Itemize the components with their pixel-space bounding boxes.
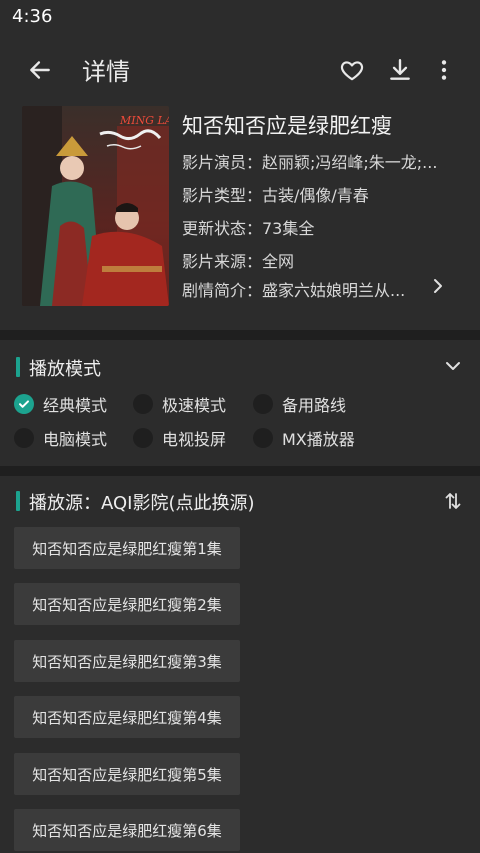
back-button[interactable] (22, 54, 58, 86)
play-source-section: 播放源：AQI影院(点此换源) 知否知否应是绿肥红瘦第1集 知否知否应是绿肥红瘦… (0, 476, 480, 853)
radio-unchecked-icon (253, 428, 273, 448)
radio-label: 电脑模式 (43, 430, 108, 449)
radio-unchecked-icon (14, 428, 34, 448)
page-title: 详情 (82, 58, 130, 86)
radio-fast-mode[interactable]: 极速模式 (133, 391, 226, 417)
section-divider (0, 466, 480, 476)
sort-button[interactable] (440, 488, 466, 514)
radio-tv-cast[interactable]: 电视投屏 (133, 425, 226, 451)
radio-label: 极速模式 (162, 396, 227, 415)
movie-source: 影片来源：全网 (182, 252, 295, 271)
status-time: 4:36 (12, 6, 53, 27)
play-mode-section: 播放模式 经典模式 极速模式 备用路线 电脑模式 电视投屏 MX播放器 (0, 340, 480, 466)
episode-button[interactable]: 知否知否应是绿肥红瘦第4集 (14, 696, 240, 738)
movie-poster[interactable]: MING LAN (22, 106, 169, 306)
chevron-down-icon (446, 362, 460, 370)
episode-button[interactable]: 知否知否应是绿肥红瘦第6集 (14, 809, 240, 851)
radio-checked-icon (14, 394, 34, 414)
radio-unchecked-icon (133, 394, 153, 414)
radio-unchecked-icon (133, 428, 153, 448)
episode-button[interactable]: 知否知否应是绿肥红瘦第1集 (14, 527, 240, 569)
radio-pc-mode[interactable]: 电脑模式 (14, 425, 107, 451)
radio-label: 备用路线 (282, 396, 347, 415)
movie-actors: 影片演员：赵丽颖;冯绍峰;朱一龙;... (182, 153, 438, 172)
movie-genre: 影片类型：古装/偶像/青春 (182, 186, 369, 205)
poster-text: MING LAN (119, 114, 169, 127)
radio-unchecked-icon (253, 394, 273, 414)
favorite-button[interactable] (336, 54, 368, 86)
heart-outline-icon (340, 61, 364, 81)
accent-bar (16, 357, 20, 377)
download-button[interactable] (384, 54, 416, 86)
movie-info: MING LAN 知否知否应是绿肥红瘦 影片演员：赵丽颖;冯绍峰;朱一龙;...… (0, 104, 480, 330)
play-mode-title: 播放模式 (29, 359, 101, 380)
download-icon (390, 59, 410, 80)
poster-image: MING LAN (22, 106, 169, 306)
movie-update-status: 更新状态：73集全 (182, 219, 315, 238)
episode-button[interactable]: 知否知否应是绿肥红瘦第5集 (14, 753, 240, 795)
radio-classic-mode[interactable]: 经典模式 (14, 391, 107, 417)
radio-label: MX播放器 (282, 430, 355, 449)
status-bar: 4:36 (0, 0, 480, 34)
more-vertical-icon (441, 60, 447, 80)
radio-label: 电视投屏 (162, 430, 227, 449)
episode-button[interactable]: 知否知否应是绿肥红瘦第2集 (14, 583, 240, 625)
movie-title: 知否知否应是绿肥红瘦 (182, 114, 392, 138)
collapse-button[interactable] (440, 353, 466, 379)
sort-icon (445, 493, 461, 509)
movie-synopsis[interactable]: 剧情简介：盛家六姑娘明兰从... (182, 277, 422, 301)
app-bar: 详情 (0, 40, 480, 100)
arrow-left-icon (30, 61, 50, 79)
radio-mx-player[interactable]: MX播放器 (253, 425, 355, 451)
section-divider (0, 330, 480, 340)
radio-backup-route[interactable]: 备用路线 (253, 391, 346, 417)
radio-label: 经典模式 (43, 396, 108, 415)
episode-button[interactable]: 知否知否应是绿肥红瘦第3集 (14, 640, 240, 682)
chevron-right-icon[interactable] (430, 276, 446, 296)
accent-bar (16, 491, 20, 511)
more-button[interactable] (428, 54, 460, 86)
play-source-title[interactable]: 播放源：AQI影院(点此换源) (29, 489, 255, 515)
